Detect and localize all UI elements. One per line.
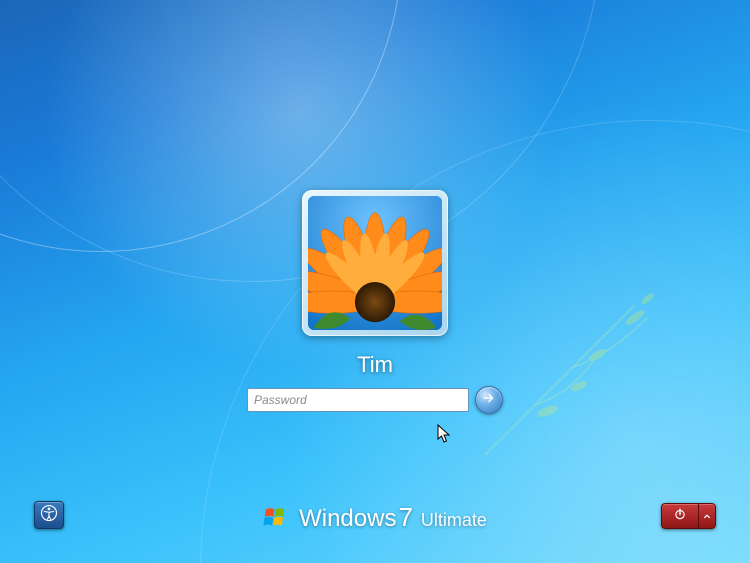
windows-logo-icon bbox=[263, 505, 289, 531]
user-avatar-frame bbox=[302, 190, 448, 336]
brand-version: 7 bbox=[398, 502, 412, 533]
power-button-group bbox=[661, 503, 716, 529]
power-options-button[interactable] bbox=[698, 503, 716, 529]
ease-of-access-button[interactable] bbox=[34, 501, 64, 529]
ease-of-access-icon bbox=[40, 504, 58, 527]
decorative-branch bbox=[460, 230, 710, 480]
os-branding: Windows7 Ultimate bbox=[263, 502, 487, 533]
chevron-up-icon bbox=[703, 507, 711, 525]
brand-product: Windows bbox=[299, 505, 396, 533]
brand-text: Windows7 Ultimate bbox=[299, 502, 487, 533]
mouse-cursor-icon bbox=[437, 424, 451, 444]
login-screen: Tim bbox=[0, 0, 750, 563]
power-icon bbox=[673, 507, 687, 526]
password-input[interactable] bbox=[247, 388, 469, 412]
username-label: Tim bbox=[357, 352, 393, 378]
brand-edition: Ultimate bbox=[421, 510, 487, 531]
user-avatar[interactable] bbox=[308, 196, 442, 330]
arrow-right-icon bbox=[482, 391, 496, 410]
password-row bbox=[247, 386, 503, 414]
decorative-wisp bbox=[200, 120, 750, 563]
submit-button[interactable] bbox=[475, 386, 503, 414]
shutdown-button[interactable] bbox=[661, 503, 698, 529]
